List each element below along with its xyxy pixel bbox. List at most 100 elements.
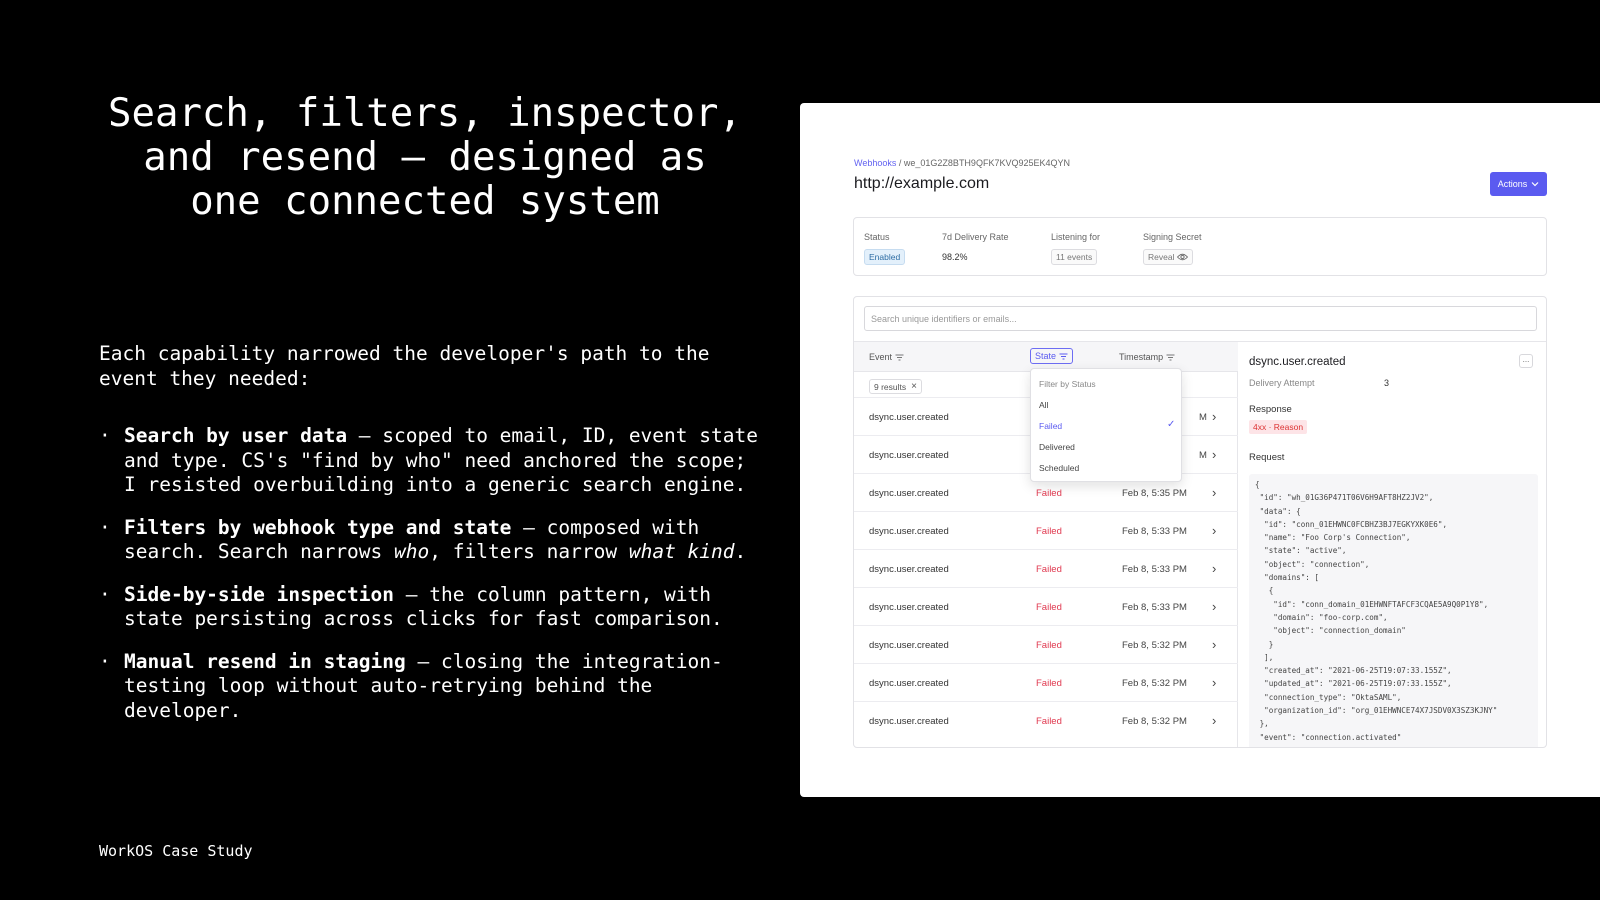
row-timestamp: M [1199, 450, 1207, 461]
chevron-right-icon: › [1212, 447, 1217, 462]
stat-delivery-rate: 7d Delivery Rate 98.2% [942, 232, 1009, 262]
row-timestamp: Feb 8, 5:33 PM [1122, 602, 1187, 613]
chevron-right-icon: › [1212, 637, 1217, 652]
dropdown-heading: Filter by Status [1039, 379, 1096, 389]
stat-label: Listening for [1051, 232, 1101, 242]
column-timestamp[interactable]: Timestamp [1119, 352, 1175, 362]
row-state: Failed [1036, 640, 1062, 651]
webhook-detail-screenshot: Webhooks / we_01G2Z8BTH9QFK7KVQ925EK4QYN… [800, 103, 1600, 797]
row-state: Failed [1036, 678, 1062, 689]
chevron-right-icon: › [1212, 485, 1217, 500]
row-timestamp: Feb 8, 5:33 PM [1122, 564, 1187, 575]
column-event[interactable]: Event [869, 352, 904, 362]
table-row[interactable]: dsync.user.created Failed Feb 8, 5:33 PM… [854, 549, 1238, 587]
row-state: Failed [1036, 526, 1062, 537]
page-title: http://example.com [854, 175, 990, 192]
table-row[interactable]: dsync.user.created Failed Feb 8, 5:32 PM… [854, 663, 1238, 701]
results-filter-chip[interactable]: 9 results × [869, 379, 922, 394]
column-label: Timestamp [1119, 352, 1164, 362]
column-state[interactable]: State [1030, 348, 1074, 364]
close-icon[interactable]: × [911, 381, 917, 392]
chevron-right-icon: › [1212, 523, 1217, 538]
breadcrumb-webhooks-link[interactable]: Webhooks [854, 158, 896, 168]
bullet-resend: · Manual resend in staging — closing the… [99, 650, 759, 724]
request-label: Request [1249, 452, 1285, 463]
filter-icon [895, 354, 904, 360]
table-row[interactable]: dsync.user.created Failed Feb 8, 5:33 PM… [854, 511, 1238, 549]
column-label: State [1035, 351, 1057, 361]
row-state: Failed [1036, 564, 1062, 575]
stat-status: Status Enabled [864, 232, 906, 265]
state-filter-dropdown: Filter by Status All Failed ✓ Delivered … [1030, 368, 1182, 482]
stat-label: Signing Secret [1143, 232, 1202, 242]
stat-label: Status [864, 232, 890, 242]
chevron-down-icon [1531, 182, 1539, 187]
bullet-heading: Filters by webhook type and state [124, 515, 512, 539]
filter-option-delivered[interactable]: Delivered [1039, 442, 1075, 452]
row-timestamp: Feb 8, 5:35 PM [1122, 488, 1187, 499]
breadcrumb-separator: / [898, 158, 902, 168]
webhook-stats: Status Enabled 7d Delivery Rate 98.2% Li… [853, 217, 1547, 276]
bullet-marker: · [99, 424, 111, 447]
slide-title: Search, filters, inspector, and resend —… [108, 91, 742, 224]
bullet-search: · Search by user data — scoped to email,… [99, 424, 759, 498]
row-event: dsync.user.created [869, 412, 949, 423]
bullet-marker: · [99, 649, 111, 673]
inspector-title: dsync.user.created [1249, 356, 1346, 368]
row-state: Failed [1036, 602, 1062, 613]
breadcrumb: Webhooks / we_01G2Z8BTH9QFK7KVQ925EK4QYN [854, 158, 1070, 168]
column-label: Event [869, 352, 893, 362]
response-status-badge: 4xx · Reason [1249, 420, 1308, 434]
chevron-right-icon: › [1212, 599, 1217, 614]
row-event: dsync.user.created [869, 678, 949, 689]
slide-footer: WorkOS Case Study [99, 842, 253, 860]
events-panel: Search unique identifiers or emails... E… [853, 296, 1547, 748]
stat-value: 98.2% [942, 252, 968, 262]
filter-option-all[interactable]: All [1039, 400, 1048, 410]
bullet-heading: Manual resend in staging [124, 649, 406, 673]
bullet-emphasis: what kind [628, 540, 735, 563]
actions-label: Actions [1497, 179, 1528, 189]
filter-option-failed[interactable]: Failed [1039, 421, 1062, 431]
delivery-attempt-value: 3 [1384, 378, 1390, 388]
bullet-filters: · Filters by webhook type and state — co… [99, 516, 759, 565]
slide-intro: Each capability narrowed the developer's… [99, 342, 710, 390]
actions-button[interactable]: Actions [1490, 172, 1547, 196]
chevron-right-icon: › [1212, 675, 1217, 690]
table-row[interactable]: dsync.user.created Failed Feb 8, 5:32 PM… [854, 625, 1238, 663]
row-event: dsync.user.created [869, 640, 949, 651]
response-label: Response [1249, 404, 1292, 415]
event-inspector: dsync.user.created ... Delivery Attempt … [1239, 342, 1546, 747]
stat-label: 7d Delivery Rate [942, 232, 1009, 242]
row-event: dsync.user.created [869, 488, 949, 499]
eye-icon [1177, 253, 1189, 261]
search-input[interactable]: Search unique identifiers or emails... [864, 306, 1537, 331]
results-count: 9 results [874, 381, 907, 392]
reveal-secret-button[interactable]: Reveal [1143, 249, 1194, 265]
bullet-heading: Side-by-side inspection [124, 582, 395, 606]
chevron-right-icon: › [1212, 561, 1217, 576]
row-event: dsync.user.created [869, 450, 949, 461]
row-event: dsync.user.created [869, 716, 949, 727]
status-badge: Enabled [864, 249, 906, 265]
row-event: dsync.user.created [869, 564, 949, 575]
table-row[interactable]: dsync.user.created Failed Feb 8, 5:33 PM… [854, 587, 1238, 625]
row-state: Failed [1036, 488, 1062, 499]
more-options-button[interactable]: ... [1519, 354, 1533, 368]
bullet-inspection: · Side-by-side inspection — the column p… [99, 583, 759, 632]
filter-option-scheduled[interactable]: Scheduled [1039, 463, 1079, 473]
row-event: dsync.user.created [869, 602, 949, 613]
table-row[interactable]: dsync.user.created Failed Feb 8, 5:32 PM… [854, 701, 1238, 739]
bullet-text: . [734, 540, 747, 563]
row-timestamp: Feb 8, 5:33 PM [1122, 526, 1187, 537]
check-icon: ✓ [1167, 419, 1176, 430]
chevron-right-icon: › [1212, 409, 1217, 424]
bullet-marker: · [99, 582, 111, 606]
bullet-heading: Search by user data [124, 424, 348, 447]
delivery-attempt-label: Delivery Attempt [1249, 378, 1315, 388]
reveal-label: Reveal [1148, 252, 1175, 262]
filter-icon [1059, 353, 1068, 359]
events-count-badge[interactable]: 11 events [1051, 249, 1098, 265]
stat-signing-secret: Signing Secret Reveal [1143, 232, 1202, 265]
row-timestamp: Feb 8, 5:32 PM [1122, 640, 1187, 651]
